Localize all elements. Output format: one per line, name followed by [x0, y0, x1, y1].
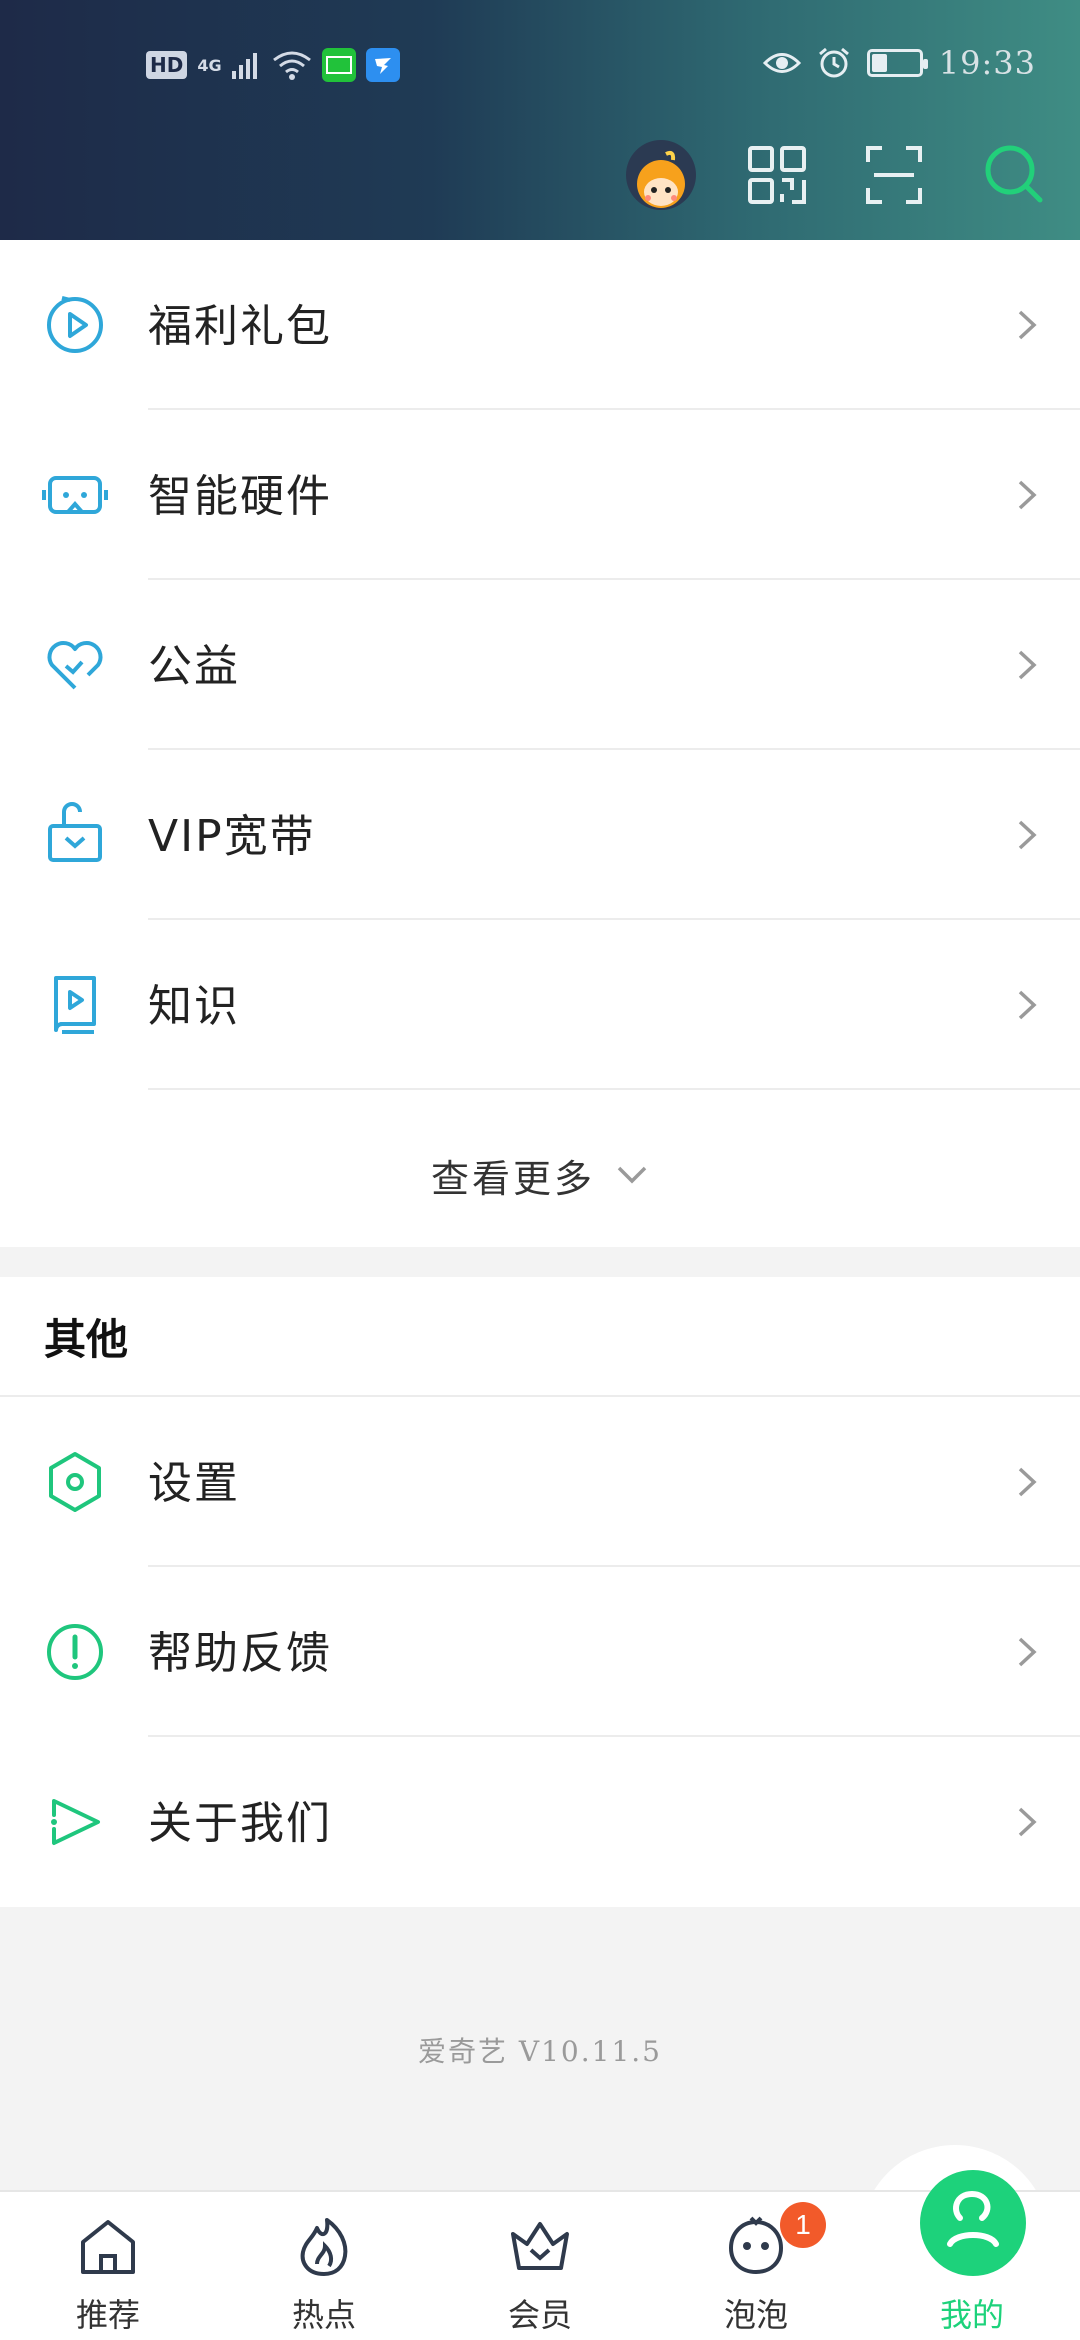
chevron-down-icon [617, 1166, 647, 1184]
other-card: 其他 设置 帮助反馈 关于我们 [0, 1277, 1080, 1907]
notification-badge: 1 [780, 2202, 826, 2248]
router-icon [48, 802, 102, 862]
chevron-right-icon [1018, 1467, 1037, 1497]
view-more-button[interactable]: 查看更多 [0, 1090, 1080, 1260]
iqiyi-app-icon [321, 48, 356, 82]
status-bar: HD 4G 19:33 [0, 40, 1080, 96]
vr-headset-icon [42, 476, 108, 514]
menu-row-help-feedback[interactable]: 帮助反馈 [0, 1567, 1080, 1737]
menu-row-label: 知识 [148, 981, 240, 1032]
tab-bubble[interactable]: 1 泡泡 [648, 2192, 864, 2340]
menu-row-label: 智能硬件 [148, 471, 332, 522]
section-title-other: 其他 [0, 1277, 1080, 1397]
chevron-right-icon [1018, 480, 1037, 510]
hd-indicator: HD [146, 51, 188, 79]
search-icon[interactable] [982, 142, 1046, 206]
avatar[interactable] [626, 140, 696, 210]
menu-row-label: 公益 [148, 641, 240, 692]
qr-code-icon[interactable] [746, 144, 808, 206]
tab-label: 泡泡 [723, 2296, 788, 2334]
signal-icon [231, 53, 257, 79]
play-logo-icon [51, 1799, 100, 1845]
tab-label: 会员 [507, 2296, 572, 2334]
chevron-right-icon [1018, 990, 1037, 1020]
dingtalk-app-icon [365, 48, 400, 82]
menu-row-welfare[interactable]: 福利礼包 [0, 240, 1080, 410]
menu-row-settings[interactable]: 设置 [0, 1397, 1080, 1567]
chevron-right-icon [1018, 1807, 1037, 1837]
scan-icon[interactable] [864, 144, 924, 206]
chevron-right-icon [1018, 1637, 1037, 1667]
user-icon [947, 2190, 999, 2247]
services-card: 福利礼包 智能硬件 公益 VIP宽带 知识 查看更多 [0, 240, 1080, 1247]
tab-label: 热点 [291, 2296, 356, 2334]
heart-icon [47, 641, 103, 690]
top-header: HD 4G 19:33 [0, 0, 1080, 240]
flame-icon [300, 2218, 348, 2276]
home-icon [81, 2220, 135, 2274]
menu-row-hardware[interactable]: 智能硬件 [0, 410, 1080, 580]
bottom-tab-bar: 推荐 热点 会员 1 泡泡 我的 [0, 2190, 1080, 2340]
crown-icon [511, 2222, 569, 2270]
menu-row-label: VIP宽带 [148, 811, 316, 862]
avatar-face-icon [637, 150, 685, 208]
tab-vip[interactable]: 会员 [432, 2192, 648, 2340]
chevron-right-icon [1018, 820, 1037, 850]
help-icon [47, 1624, 103, 1680]
menu-row-label: 关于我们 [148, 1798, 332, 1849]
tab-hot[interactable]: 热点 [216, 2192, 432, 2340]
tab-label: 推荐 [75, 2296, 140, 2334]
chevron-right-icon [1018, 310, 1037, 340]
eye-icon [762, 53, 801, 73]
wifi-icon [272, 51, 311, 80]
battery-icon [866, 49, 928, 77]
alarm-icon [818, 47, 849, 78]
play-circle-icon [47, 296, 103, 353]
menu-row-knowledge[interactable]: 知识 [0, 920, 1080, 1090]
tab-recommend[interactable]: 推荐 [0, 2192, 216, 2340]
tab-mine-active-circle[interactable] [920, 2170, 1026, 2276]
menu-row-label: 福利礼包 [148, 301, 332, 352]
menu-row-vip-broadband[interactable]: VIP宽带 [0, 750, 1080, 920]
settings-icon [49, 1452, 101, 1512]
book-icon [54, 976, 96, 1034]
app-version: 爱奇艺 V10.11.5 [418, 2035, 662, 2068]
menu-row-about-us[interactable]: 关于我们 [0, 1737, 1080, 1907]
chevron-right-icon [1018, 650, 1037, 680]
network-label: 4G [197, 55, 222, 75]
menu-row-label: 设置 [148, 1458, 240, 1509]
view-more-label: 查看更多 [430, 1156, 595, 1201]
menu-row-charity[interactable]: 公益 [0, 580, 1080, 750]
status-time: 19:33 [938, 44, 1036, 82]
tab-label: 我的 [939, 2296, 1004, 2334]
menu-row-label: 帮助反馈 [148, 1628, 332, 1679]
